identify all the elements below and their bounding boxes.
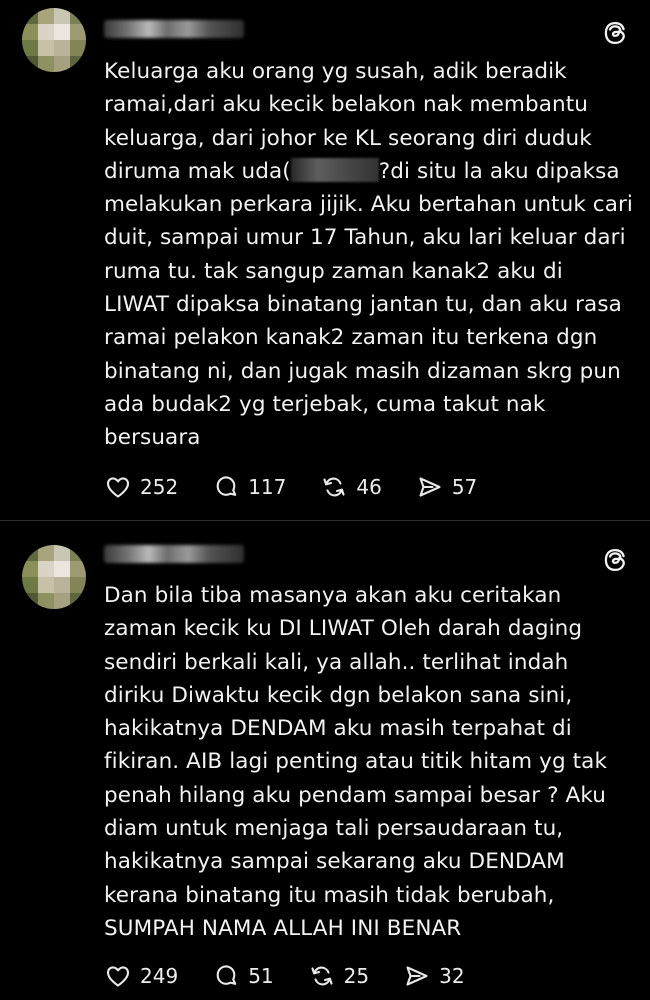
action-bar: 249 51 25 32 bbox=[104, 961, 499, 991]
threads-logo-icon[interactable] bbox=[602, 547, 628, 573]
send-icon bbox=[419, 477, 441, 497]
share-button[interactable]: 57 bbox=[416, 473, 477, 501]
reply-count: 117 bbox=[248, 475, 287, 499]
username-blurred[interactable] bbox=[104, 20, 244, 38]
post-text: Keluarga aku orang yg susah, adik beradi… bbox=[104, 55, 634, 455]
repost-count: 25 bbox=[343, 964, 370, 988]
repost-icon bbox=[311, 966, 333, 986]
username-blurred[interactable] bbox=[104, 545, 244, 563]
like-count: 249 bbox=[140, 964, 179, 988]
like-button[interactable]: 249 bbox=[104, 962, 178, 990]
send-icon bbox=[406, 966, 428, 986]
threads-logo-icon[interactable] bbox=[602, 20, 628, 46]
post-text-part: ?di situ la aku dipaksa melakukan perkar… bbox=[104, 158, 634, 451]
heart-icon bbox=[106, 477, 130, 498]
heart-icon bbox=[106, 966, 130, 987]
comment-icon bbox=[216, 965, 237, 985]
repost-icon bbox=[323, 477, 345, 497]
post-1: Keluarga aku orang yg susah, adik beradi… bbox=[0, 0, 650, 520]
like-count: 252 bbox=[140, 475, 179, 499]
repost-button[interactable]: 25 bbox=[308, 962, 369, 990]
reply-button[interactable]: 117 bbox=[212, 473, 286, 501]
reply-count: 51 bbox=[248, 964, 274, 988]
action-bar: 252 117 46 57 bbox=[104, 472, 511, 502]
post-2: Dan bila tiba masanya akan aku ceritakan… bbox=[0, 521, 650, 1000]
redacted-name bbox=[290, 157, 379, 182]
repost-button[interactable]: 46 bbox=[320, 473, 382, 501]
post-text: Dan bila tiba masanya akan aku ceritakan… bbox=[104, 583, 608, 941]
comment-icon bbox=[216, 476, 237, 496]
share-button[interactable]: 32 bbox=[403, 962, 465, 990]
share-count: 57 bbox=[451, 475, 478, 499]
like-button[interactable]: 252 bbox=[104, 473, 178, 501]
repost-count: 46 bbox=[356, 475, 382, 499]
avatar[interactable] bbox=[22, 545, 86, 609]
avatar[interactable] bbox=[22, 8, 86, 72]
share-count: 32 bbox=[439, 964, 465, 988]
reply-button[interactable]: 51 bbox=[212, 962, 274, 990]
